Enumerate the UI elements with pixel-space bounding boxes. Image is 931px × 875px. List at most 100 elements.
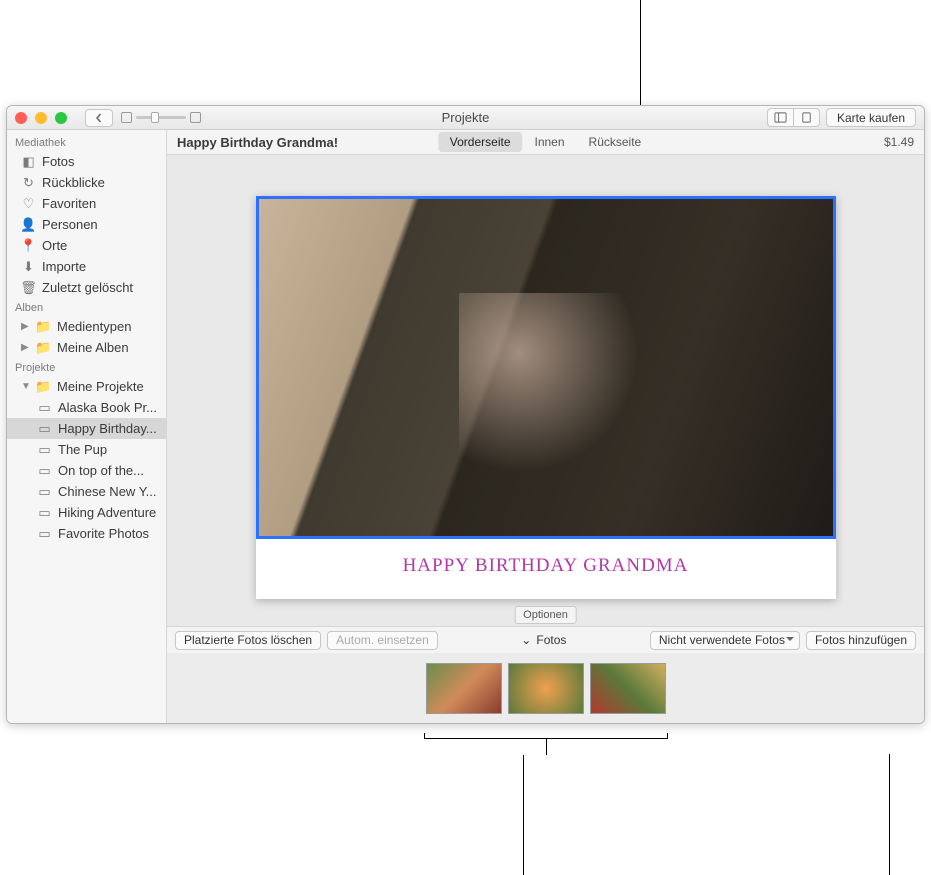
disclosure-triangle-icon[interactable]: ▼ (21, 381, 30, 392)
sidebar-item-my-albums[interactable]: ▶ 📁 Meine Alben (7, 337, 166, 358)
book-icon: ▭ (37, 505, 52, 520)
sidebar-item-label: Personen (42, 217, 98, 232)
photo-thumbnail-strip (167, 653, 924, 723)
sidebar-item-label: Medientypen (57, 319, 131, 334)
sidebar-item-recently-deleted[interactable]: 🗑 Zuletzt gelöscht (7, 277, 166, 298)
sidebar-item-label: On top of the... (58, 463, 144, 478)
placed-photo (259, 199, 833, 536)
callout-bracket-stem (546, 739, 547, 755)
photo-thumbnail[interactable] (590, 663, 666, 714)
photos-drawer-label: Fotos (536, 633, 566, 647)
main-area: Happy Birthday Grandma! Vorderseite Inne… (167, 130, 924, 723)
pin-icon: 📍 (21, 238, 36, 253)
tab-back[interactable]: Rückseite (577, 132, 654, 152)
callout-line-bottom (523, 755, 524, 875)
sidebar-item-label: Chinese New Y... (58, 484, 157, 499)
book-icon: ▭ (37, 400, 52, 415)
sidebar-item-project[interactable]: ▭ Hiking Adventure (7, 502, 166, 523)
sidebar: Mediathek ◧ Fotos ↻ Rückblicke ♡ Favorit… (7, 130, 167, 723)
callout-line-right (889, 754, 890, 875)
zoom-large-icon (190, 112, 201, 123)
sidebar-item-project[interactable]: ▭ Happy Birthday... (7, 418, 166, 439)
sidebar-item-favorites[interactable]: ♡ Favoriten (7, 193, 166, 214)
sidebar-item-label: Meine Projekte (57, 379, 144, 394)
card-icon: ▭ (37, 463, 52, 478)
photos-icon: ◧ (21, 154, 36, 169)
sidebar-section-library: Mediathek (7, 133, 166, 151)
add-photos-button[interactable]: Fotos hinzufügen (806, 631, 916, 650)
info-toggle-button[interactable] (794, 108, 820, 127)
card-icon: ▭ (37, 421, 52, 436)
sidebar-icon (774, 111, 787, 124)
tab-front[interactable]: Vorderseite (438, 132, 523, 152)
sidebar-item-label: Favoriten (42, 196, 96, 211)
disclosure-triangle-icon[interactable]: ▶ (21, 342, 30, 353)
sidebar-item-label: The Pup (58, 442, 107, 457)
card-icon: ▭ (37, 442, 52, 457)
chevron-left-icon (94, 113, 104, 123)
sidebar-item-label: Happy Birthday... (58, 421, 157, 436)
photos-drawer-toggle[interactable]: ⌄ Fotos (521, 633, 566, 647)
sidebar-item-label: Rückblicke (42, 175, 105, 190)
options-button[interactable]: Optionen (514, 606, 577, 624)
sidebar-item-imports[interactable]: ⬇ Importe (7, 256, 166, 277)
zoom-slider[interactable] (121, 112, 201, 123)
photo-filter-select[interactable]: Nicht verwendete Fotos (650, 631, 800, 650)
photo-thumbnail[interactable] (508, 663, 584, 714)
price-label: $1.49 (884, 135, 914, 149)
sidebar-item-label: Alaska Book Pr... (58, 400, 157, 415)
photo-filter-label: Nicht verwendete Fotos (659, 633, 785, 647)
sidebar-section-albums: Alben (7, 298, 166, 316)
sidebar-toggle-button[interactable] (767, 108, 794, 127)
bottom-toolbar: Platzierte Fotos löschen Autom. einsetze… (167, 626, 924, 653)
sidebar-item-my-projects[interactable]: ▼ 📁 Meine Projekte (7, 376, 166, 397)
disclosure-triangle-icon[interactable]: ▶ (21, 321, 30, 332)
tab-inside[interactable]: Innen (522, 132, 576, 152)
sidebar-item-people[interactable]: 👤 Personen (7, 214, 166, 235)
sidebar-item-project[interactable]: ▭ Alaska Book Pr... (7, 397, 166, 418)
chevron-down-icon: ⌄ (521, 633, 531, 647)
titlebar: Projekte Karte kaufen (7, 106, 924, 130)
back-button[interactable] (85, 109, 113, 127)
sidebar-item-photos[interactable]: ◧ Fotos (7, 151, 166, 172)
sidebar-item-project[interactable]: ▭ The Pup (7, 439, 166, 460)
clear-placed-photos-button[interactable]: Platzierte Fotos löschen (175, 631, 321, 650)
sidebar-item-label: Hiking Adventure (58, 505, 156, 520)
traffic-lights (15, 112, 67, 124)
sidebar-item-label: Meine Alben (57, 340, 129, 355)
heart-icon: ♡ (21, 196, 36, 211)
card-photo-frame[interactable] (256, 196, 836, 539)
sidebar-section-projects: Projekte (7, 358, 166, 376)
card-preview[interactable]: HAPPY BIRTHDAY GRANDMA (256, 196, 836, 599)
folder-icon: 📁 (36, 340, 51, 355)
clock-icon: ↻ (21, 175, 36, 190)
photo-thumbnail[interactable] (426, 663, 502, 714)
slideshow-icon: ▭ (37, 526, 52, 541)
buy-card-button[interactable]: Karte kaufen (826, 108, 916, 127)
card-icon: ▭ (37, 484, 52, 499)
person-icon: 👤 (21, 217, 36, 232)
sidebar-item-media-types[interactable]: ▶ 📁 Medientypen (7, 316, 166, 337)
sidebar-item-project[interactable]: ▭ On top of the... (7, 460, 166, 481)
card-caption-text[interactable]: HAPPY BIRTHDAY GRANDMA (256, 539, 836, 599)
trash-icon: 🗑 (21, 280, 36, 295)
card-canvas: HAPPY BIRTHDAY GRANDMA (167, 155, 924, 626)
close-window-button[interactable] (15, 112, 27, 124)
auto-fill-button[interactable]: Autom. einsetzen (327, 631, 438, 650)
zoom-window-button[interactable] (55, 112, 67, 124)
minimize-window-button[interactable] (35, 112, 47, 124)
sidebar-item-label: Zuletzt gelöscht (42, 280, 133, 295)
sidebar-item-places[interactable]: 📍 Orte (7, 235, 166, 256)
zoom-small-icon (121, 112, 132, 123)
sidebar-item-project[interactable]: ▭ Favorite Photos (7, 523, 166, 544)
folder-icon: 📁 (36, 319, 51, 334)
sidebar-item-label: Fotos (42, 154, 75, 169)
project-title: Happy Birthday Grandma! (177, 135, 338, 150)
project-subheader: Happy Birthday Grandma! Vorderseite Inne… (167, 130, 924, 155)
card-face-tabs: Vorderseite Innen Rückseite (438, 132, 653, 152)
sidebar-item-project[interactable]: ▭ Chinese New Y... (7, 481, 166, 502)
sidebar-item-memories[interactable]: ↻ Rückblicke (7, 172, 166, 193)
download-icon: ⬇ (21, 259, 36, 274)
folder-icon: 📁 (36, 379, 51, 394)
sidebar-item-label: Orte (42, 238, 67, 253)
